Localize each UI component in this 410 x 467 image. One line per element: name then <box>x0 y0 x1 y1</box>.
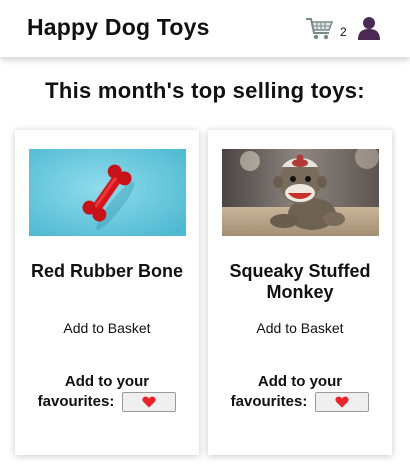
product-card: Red Rubber Bone Add to Basket Add to you… <box>15 130 199 455</box>
red-rubber-bone-photo <box>29 149 186 236</box>
product-card: Squeaky Stuffed Monkey Add to Basket Add… <box>208 130 392 455</box>
cart-count-badge: 2 <box>340 25 347 39</box>
shopping-cart-icon[interactable] <box>305 16 335 42</box>
brand-title[interactable]: Happy Dog Toys <box>27 14 210 41</box>
favourites-label: Add to your <box>64 373 150 390</box>
favourites-section: Add to your favourites: <box>208 372 392 412</box>
product-name[interactable]: Squeaky Stuffed Monkey <box>208 261 392 303</box>
favourites-label-2: favourites: <box>37 393 115 410</box>
heart-icon <box>335 396 349 408</box>
favourites-section: Add to your favourites: <box>15 372 199 412</box>
add-favourite-button[interactable] <box>315 392 370 412</box>
add-to-basket-button[interactable]: Add to Basket <box>208 320 392 336</box>
user-icon[interactable] <box>356 15 382 41</box>
top-nav-bar: Happy Dog Toys 2 <box>0 0 410 57</box>
add-to-basket-button[interactable]: Add to Basket <box>15 320 199 336</box>
product-image[interactable] <box>29 149 186 236</box>
heart-icon <box>142 396 156 408</box>
page-heading: This month's top selling toys: <box>45 78 365 103</box>
stuffed-monkey-photo <box>222 149 379 236</box>
add-favourite-button[interactable] <box>122 392 177 412</box>
favourites-label: Add to your <box>257 373 343 390</box>
favourites-label-2: favourites: <box>230 393 308 410</box>
product-image[interactable] <box>222 149 379 236</box>
product-name[interactable]: Red Rubber Bone <box>15 261 199 282</box>
